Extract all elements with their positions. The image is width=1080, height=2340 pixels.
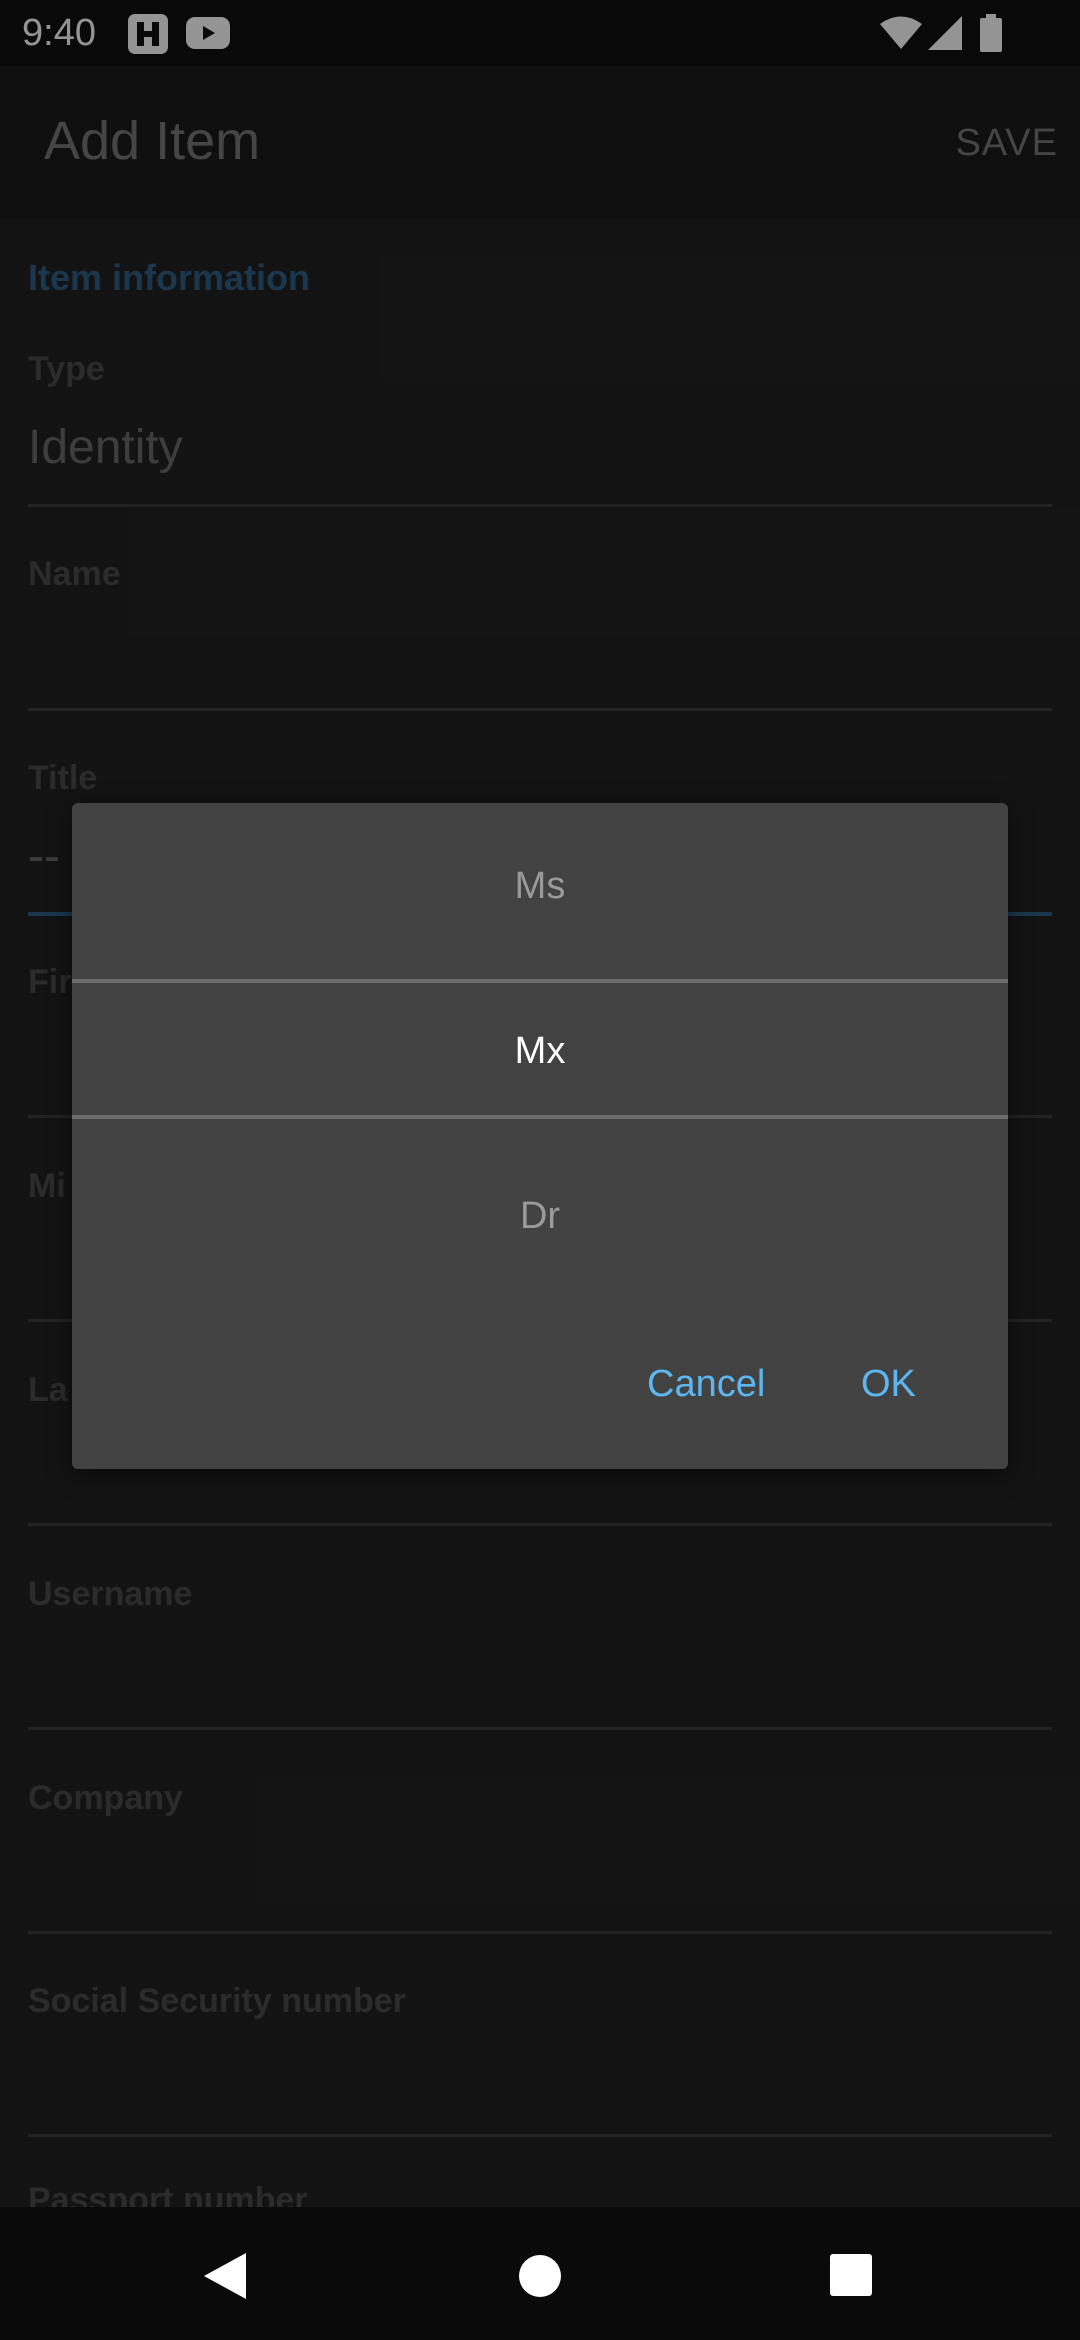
- screen: 9:40 Add Item SAVE Item information Type…: [0, 0, 1080, 2340]
- ok-button[interactable]: OK: [861, 1363, 916, 1406]
- picker-option[interactable]: Ms: [72, 865, 1008, 908]
- title-picker-dialog: Ms Mx Dr Cancel OK: [72, 803, 1008, 1469]
- home-icon[interactable]: [518, 2254, 562, 2303]
- navigation-bar: [0, 2207, 1080, 2340]
- back-icon[interactable]: [204, 2253, 246, 2304]
- picker-option[interactable]: Dr: [72, 1195, 1008, 1238]
- recents-icon[interactable]: [830, 2254, 872, 2301]
- picker-divider-bottom: [72, 1115, 1008, 1119]
- picker-divider-top: [72, 979, 1008, 983]
- picker-option-selected[interactable]: Mx: [72, 1030, 1008, 1073]
- cancel-button[interactable]: Cancel: [647, 1363, 765, 1406]
